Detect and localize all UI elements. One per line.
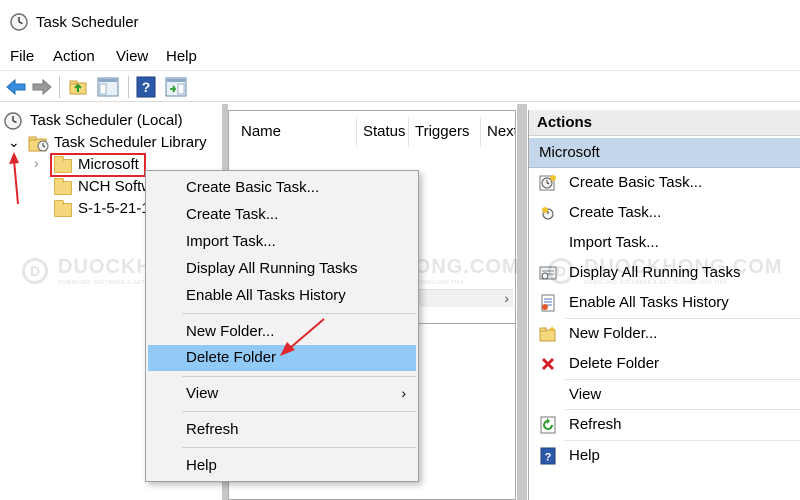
menu-bar: File Action View Help xyxy=(0,44,800,70)
watermark-logo: D xyxy=(22,258,48,284)
tree-label: Microsoft xyxy=(78,156,139,173)
actions-panel: Actions Microsoft Create Basic Task... C… xyxy=(528,110,800,500)
help-icon: ? xyxy=(540,447,556,465)
tree-item-nch[interactable]: NCH Softw xyxy=(4,176,152,198)
show-action-pane-icon[interactable] xyxy=(164,75,188,99)
action-import-task[interactable]: Import Task... xyxy=(529,228,800,258)
ctx-help[interactable]: Help xyxy=(146,453,418,479)
action-delete-folder[interactable]: Delete Folder xyxy=(529,349,800,379)
svg-text:?: ? xyxy=(142,79,151,95)
svg-text:?: ? xyxy=(545,452,552,464)
title-bar: Task Scheduler xyxy=(0,0,800,44)
menu-help[interactable]: Help xyxy=(166,48,197,65)
tasks-history-icon xyxy=(541,294,555,312)
action-new-folder[interactable]: New Folder... xyxy=(529,319,800,349)
menu-file[interactable]: File xyxy=(10,48,34,65)
ctx-display-running[interactable]: Display All Running Tasks xyxy=(146,256,418,282)
delete-icon xyxy=(541,357,555,371)
ctx-create-task[interactable]: Create Task... xyxy=(146,202,418,228)
watermark-right: D DUOCKHONG.COM DOWNLOAD SOFTWARE & GET … xyxy=(548,256,788,288)
menu-action[interactable]: Action xyxy=(53,48,95,65)
action-view[interactable]: View xyxy=(529,380,800,410)
ctx-refresh[interactable]: Refresh xyxy=(146,417,418,443)
ctx-create-basic-task[interactable]: Create Basic Task... xyxy=(146,175,418,201)
ctx-enable-history[interactable]: Enable All Tasks History xyxy=(146,283,418,309)
clock-icon xyxy=(4,112,22,130)
chevron-down-icon[interactable]: ⌄ xyxy=(8,134,20,151)
watermark-logo: D xyxy=(548,258,574,284)
clock-icon xyxy=(10,13,28,31)
tree-item-microsoft[interactable]: › Microsoft xyxy=(4,153,149,177)
action-refresh[interactable]: Refresh xyxy=(529,410,800,440)
tree-item-local[interactable]: Task Scheduler (Local) xyxy=(4,110,214,132)
tree-label: S-1-5-21-1 xyxy=(78,200,150,217)
tree-label: NCH Softw xyxy=(78,178,153,195)
folder-icon xyxy=(54,156,72,173)
column-header-name[interactable]: Name xyxy=(235,117,357,147)
splitter[interactable] xyxy=(517,104,527,500)
action-help[interactable]: ? Help xyxy=(529,441,800,471)
ctx-view[interactable]: View › xyxy=(146,381,418,407)
action-enable-history[interactable]: Enable All Tasks History xyxy=(529,288,800,318)
back-arrow-icon[interactable] xyxy=(4,75,28,99)
show-hide-tree-icon[interactable] xyxy=(96,75,120,99)
up-folder-icon[interactable] xyxy=(66,75,90,99)
watermark-subtext: DOWNLOAD SOFTWARE & GET TECHNOLOGY TIPS xyxy=(584,280,728,286)
create-task-icon xyxy=(542,207,554,220)
chevron-right-icon[interactable]: › xyxy=(34,155,39,171)
action-create-basic-task[interactable]: Create Basic Task... xyxy=(529,168,800,198)
menu-view[interactable]: View xyxy=(116,48,148,65)
annotation-arrow xyxy=(9,152,19,205)
annotation-arrow xyxy=(280,318,325,356)
column-header-triggers[interactable]: Triggers xyxy=(409,117,481,147)
action-create-task[interactable]: Create Task... xyxy=(529,198,800,228)
scroll-right-icon[interactable]: › xyxy=(504,290,509,306)
refresh-icon xyxy=(540,416,556,434)
library-folder-icon xyxy=(28,136,49,152)
submenu-arrow-icon: › xyxy=(401,385,406,401)
actions-header: Actions xyxy=(529,110,800,136)
column-header-status[interactable]: Status xyxy=(357,117,409,147)
toolbar: ? xyxy=(0,70,800,102)
tree-label: Task Scheduler (Local) xyxy=(30,112,183,129)
forward-arrow-icon[interactable] xyxy=(30,75,54,99)
new-folder-icon xyxy=(539,326,556,342)
folder-icon xyxy=(54,178,72,195)
watermark-text: DUOCKHONG.COM xyxy=(584,256,783,278)
tree-item-library[interactable]: ⌄ Task Scheduler Library xyxy=(4,132,219,154)
tree-item-sid[interactable]: S-1-5-21-1 xyxy=(4,198,150,220)
help-icon[interactable]: ? xyxy=(134,75,158,99)
actions-section-microsoft[interactable]: Microsoft xyxy=(529,138,800,168)
window-title: Task Scheduler xyxy=(36,14,139,31)
ctx-import-task[interactable]: Import Task... xyxy=(146,229,418,255)
tree-label: Task Scheduler Library xyxy=(54,134,207,151)
create-basic-task-icon xyxy=(539,175,556,191)
folder-icon xyxy=(54,200,72,217)
column-header-next[interactable]: Next xyxy=(481,117,515,147)
